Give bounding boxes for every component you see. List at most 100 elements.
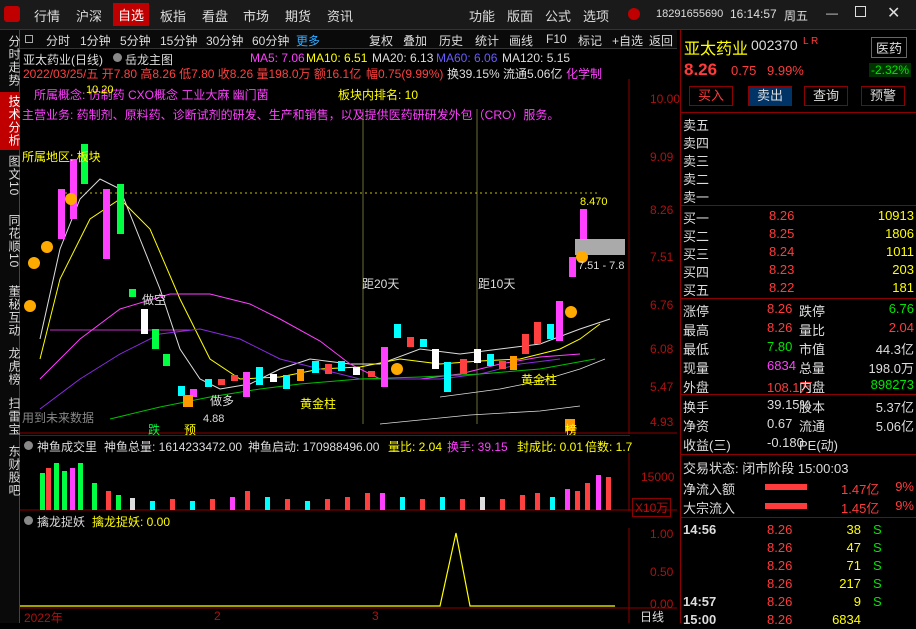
sector-button[interactable]: 医药: [871, 37, 908, 58]
btn-tongji[interactable]: 统计: [475, 32, 499, 49]
query-button[interactable]: 查询: [804, 86, 848, 106]
stat-value: 7.80: [767, 339, 793, 354]
stat-value-2: 898273: [870, 377, 914, 392]
tf-60min[interactable]: 60分钟: [252, 32, 289, 49]
alert-button[interactable]: 预警: [861, 86, 905, 106]
buy-button[interactable]: 买入: [689, 86, 733, 106]
tick-price: 8.26: [767, 594, 793, 609]
flow-pct: 9%: [895, 479, 914, 494]
tf-more[interactable]: 更多: [296, 32, 320, 49]
menu-gongshi[interactable]: 公式: [545, 6, 571, 25]
menu-kanpan[interactable]: 看盘: [202, 6, 228, 25]
sidebar-tonghuashun[interactable]: 同花顺10: [0, 202, 21, 280]
tf-1min[interactable]: 1分钟: [80, 32, 111, 49]
sidebar-saolei[interactable]: 扫雷宝: [0, 392, 21, 440]
future-data-note: 用到未来数据: [22, 411, 95, 425]
stat2-label: 净资: [683, 419, 710, 434]
menu-zixun[interactable]: 资讯: [327, 6, 353, 25]
stat2-label-2: 股本: [799, 400, 826, 415]
menu-zixuan[interactable]: 自选: [113, 3, 150, 26]
indicator-chart[interactable]: [20, 528, 677, 623]
sidebar-dongmi[interactable]: 董秘互动: [0, 282, 21, 340]
ma10-label: MA10: 6.51: [306, 51, 368, 65]
stat2-label-2: PE(动): [799, 438, 839, 453]
tick-time: 14:56: [683, 522, 717, 537]
stat2-label-2: 流通: [799, 419, 826, 434]
tick-time: 14:57: [683, 594, 717, 609]
ma120-label: MA120: 5.15: [502, 51, 571, 65]
kline-chart[interactable]: [20, 79, 677, 434]
btn-lishi[interactable]: 历史: [439, 32, 463, 49]
user-icon[interactable]: [628, 8, 640, 20]
volume-settings-icon[interactable]: [24, 441, 33, 450]
window-close-icon[interactable]: ✕: [887, 3, 900, 23]
menu-gongneng[interactable]: 功能: [469, 6, 495, 25]
sidebar-jishu[interactable]: 技术分析: [0, 92, 21, 150]
tick-volume: 6834: [832, 612, 861, 627]
tick-side: S: [873, 594, 882, 609]
tick-side: S: [873, 576, 882, 591]
sidebar-fenshi[interactable]: 分时走势: [0, 32, 21, 90]
bid-volume: 1011: [886, 244, 914, 259]
app-logo-icon[interactable]: [4, 6, 20, 22]
btn-biaoji[interactable]: 标记: [578, 32, 602, 49]
tf-fenshi[interactable]: 分时: [46, 32, 70, 49]
tick-side: S: [873, 522, 882, 537]
btn-back[interactable]: 返回: [649, 32, 673, 49]
window-restore-icon[interactable]: [855, 6, 866, 17]
menu-hushen[interactable]: 沪深: [76, 6, 102, 25]
tf-15min[interactable]: 15分钟: [160, 32, 197, 49]
last-price: 8.26: [684, 60, 718, 79]
btn-huaxian[interactable]: 画线: [509, 32, 533, 49]
tick-volume: 71: [846, 558, 861, 573]
window-minimize-icon[interactable]: —: [826, 6, 838, 20]
menu-xuanxiang[interactable]: 选项: [583, 6, 609, 25]
menu-banzhi[interactable]: 板指: [160, 6, 186, 25]
menu-shichang[interactable]: 市场: [243, 6, 269, 25]
zuokong-label: 做空: [142, 293, 167, 307]
stat-label-2: 总量: [799, 361, 826, 376]
tf-30min[interactable]: 30分钟: [206, 32, 243, 49]
sidebar-longhu[interactable]: 龙虎榜: [0, 342, 21, 390]
flow-value: 1.47亿: [841, 482, 880, 497]
btn-diejia[interactable]: 叠加: [403, 32, 427, 49]
menu-banmian[interactable]: 版面: [507, 6, 533, 25]
indicator-settings-icon[interactable]: [24, 516, 33, 525]
bid-volume: 10913: [877, 208, 914, 223]
period-dropdown-icon[interactable]: [25, 35, 33, 43]
xaxis-2: 2: [214, 609, 221, 623]
stat-value: 8.26: [767, 301, 793, 316]
bid-price: 8.23: [769, 262, 795, 277]
sell-button[interactable]: 卖出: [748, 86, 792, 106]
indicator-settings-icon[interactable]: [113, 53, 122, 62]
y-label-751: 7.51: [650, 250, 674, 264]
price-pct: 9.99%: [767, 63, 804, 78]
indicator-header: 擒龙捉妖 擒龙捉妖: 0.00: [20, 512, 630, 529]
stat2-label: 收益(三): [683, 438, 731, 453]
volume-y-label: 15000: [641, 470, 675, 484]
sidebar-tuwen[interactable]: 图文10: [0, 152, 21, 200]
jin-zhu-2: 黄金柱: [521, 373, 558, 387]
btn-add-zixuan[interactable]: +自选: [612, 32, 643, 49]
y-label-608: 6.08: [650, 342, 674, 356]
volume-chart[interactable]: [20, 453, 677, 511]
menu-hangqing[interactable]: 行情: [34, 6, 60, 25]
bid-price: 8.22: [769, 280, 795, 295]
btn-f10[interactable]: F10: [546, 32, 567, 46]
tick-time: 15:00: [683, 612, 717, 627]
stat2-value-2: 5.37亿: [875, 400, 914, 415]
tf-5min[interactable]: 5分钟: [120, 32, 151, 49]
menu-qihuo[interactable]: 期货: [285, 6, 311, 25]
tick-price: 8.26: [767, 558, 793, 573]
high-label: 10.20: [86, 84, 114, 96]
stock-tags: L R: [803, 36, 819, 47]
flow-bar: [765, 484, 807, 490]
timeframe-bar: 分时 1分钟 5分钟 15分钟 30分钟 60分钟 更多 复权 叠加 历史 统计…: [20, 30, 677, 49]
sector-rank: 板块内排名: 10: [338, 88, 419, 102]
y-label-909: 9.09: [650, 150, 674, 164]
ju20-label: 距20天: [362, 277, 400, 291]
ind-y-100: 1.00: [650, 527, 674, 541]
sidebar-guba[interactable]: 东财股吧: [0, 442, 21, 500]
btn-fuquan[interactable]: 复权: [369, 32, 393, 49]
period-label[interactable]: 日线: [640, 608, 664, 625]
